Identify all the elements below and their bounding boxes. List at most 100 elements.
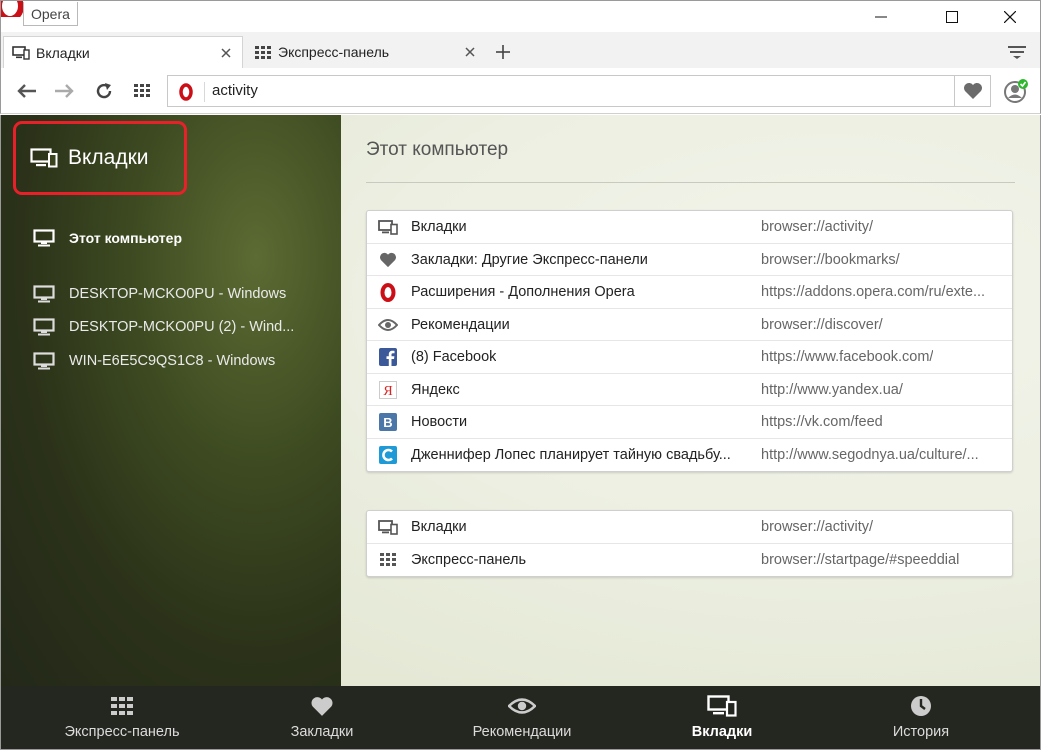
tab-menu-icon	[1008, 46, 1026, 59]
sidebar-title-text: Вкладки	[68, 146, 149, 169]
arrow-right-icon	[55, 84, 74, 98]
grid-icon	[254, 44, 272, 60]
tab-url: browser://bookmarks/	[761, 251, 900, 268]
clock-icon	[910, 694, 932, 718]
tab-title: Закладки: Другие Экспресс-панели	[411, 251, 648, 268]
monitor-icon	[33, 317, 57, 337]
tab-url: https://addons.opera.com/ru/exte...	[761, 284, 986, 300]
tab-url: https://www.facebook.com/	[761, 349, 934, 365]
device-item[interactable]: WIN-E6E5C9QS1C8 - Windows	[33, 350, 275, 372]
tab-row[interactable]: Вкладки browser://activity/	[367, 211, 1012, 244]
heart-icon	[378, 251, 398, 269]
account-button[interactable]	[1002, 77, 1030, 105]
tab-title: (8) Facebook	[411, 349, 497, 365]
opera-logo-icon	[176, 82, 196, 102]
page-title: Этот компьютер	[366, 139, 509, 160]
tab-speed-dial[interactable]: Экспресс-панель	[246, 36, 486, 68]
tab-url: browser://activity/	[761, 519, 873, 535]
tab-label: Экспресс-панель	[278, 44, 390, 60]
tab-row[interactable]: (8) Facebook https://www.facebook.com/	[367, 341, 1012, 374]
bookmark-heart-button[interactable]	[954, 76, 990, 106]
speed-dial-button[interactable]	[129, 79, 155, 103]
nav-discover[interactable]: Рекомендации	[463, 686, 581, 749]
tab-title: Экспресс-панель	[411, 551, 527, 568]
tab-row[interactable]: Дженнифер Лопес планирует тайную свадьбу…	[367, 439, 1012, 472]
devices-icon	[707, 694, 737, 718]
nav-history[interactable]: История	[885, 686, 957, 749]
divider	[204, 82, 205, 102]
vk-icon: В	[378, 413, 398, 431]
tab-title: Вкладки	[411, 519, 467, 535]
reload-button[interactable]	[91, 79, 117, 103]
close-icon	[1004, 11, 1016, 23]
segodnya-icon	[378, 445, 398, 464]
tab-url: browser://startpage/#speeddial	[761, 551, 960, 568]
grid-icon	[111, 694, 133, 718]
forward-button[interactable]	[51, 79, 77, 103]
tab-label: Вкладки	[36, 44, 90, 61]
tab-url: https://vk.com/feed	[761, 414, 883, 430]
device-item[interactable]: DESKTOP-MCKO0PU (2) - Wind...	[33, 316, 294, 338]
tab-row[interactable]: Рекомендации browser://discover/	[367, 309, 1012, 341]
plus-icon	[496, 45, 510, 59]
bottom-navigation: Экспресс-панель Закладки Рекомендации Вк…	[1, 686, 1040, 749]
devices-icon	[378, 518, 398, 536]
device-label: DESKTOP-MCKO0PU - Windows	[69, 286, 287, 302]
url-text[interactable]: activity	[212, 76, 258, 106]
new-tab-button[interactable]	[491, 38, 515, 66]
tab-title: Расширения - Дополнения Opera	[411, 284, 635, 300]
tab-row[interactable]: Закладки: Другие Экспресс-панели browser…	[367, 244, 1012, 276]
nav-tabs[interactable]: Вкладки	[687, 686, 757, 749]
close-tab-icon[interactable]	[218, 45, 234, 61]
title-bar: Opera	[0, 0, 1041, 32]
arrow-left-icon	[17, 84, 36, 98]
tab-title: Вкладки	[411, 219, 467, 235]
reload-icon	[96, 83, 112, 99]
svg-text:В: В	[383, 415, 392, 430]
heart-icon	[963, 83, 982, 99]
tab-title: Рекомендации	[411, 316, 510, 333]
back-button[interactable]	[14, 79, 40, 103]
nav-bookmarks[interactable]: Закладки	[281, 686, 363, 749]
tab-row[interactable]: Расширения - Дополнения Opera https://ad…	[367, 276, 1012, 309]
window-tabs-panel: Вкладки browser://activity/ Экспресс-пан…	[366, 510, 1013, 577]
nav-label: Рекомендации	[472, 724, 572, 740]
minimize-icon	[875, 16, 887, 18]
svg-text:Я: Я	[383, 384, 392, 399]
window-tabs-panel: Вкладки browser://activity/ Закладки: Др…	[366, 210, 1013, 472]
nav-label: Вкладки	[691, 724, 753, 740]
nav-label: История	[892, 724, 950, 740]
eye-icon	[378, 316, 398, 334]
monitor-icon	[33, 228, 57, 248]
device-label: Этот компьютер	[69, 230, 182, 246]
device-item[interactable]: DESKTOP-MCKO0PU - Windows	[33, 283, 286, 305]
tab-menu-button[interactable]	[1004, 40, 1030, 64]
opera-icon	[378, 282, 398, 302]
opera-logo-icon[interactable]	[1, 1, 23, 17]
devices-icon	[12, 45, 30, 61]
tab-url: http://www.yandex.ua/	[761, 381, 903, 398]
close-window-button[interactable]	[987, 1, 1033, 33]
divider	[366, 182, 1015, 183]
maximize-button[interactable]	[929, 1, 975, 33]
nav-speed-dial[interactable]: Экспресс-панель	[61, 686, 183, 749]
address-field[interactable]: activity	[167, 75, 991, 107]
tab-vkladki[interactable]: Вкладки	[3, 36, 243, 68]
minimize-button[interactable]	[858, 1, 904, 33]
device-this-computer[interactable]: Этот компьютер	[33, 227, 182, 249]
close-tab-icon[interactable]	[462, 44, 478, 60]
tab-row[interactable]: Вкладки browser://activity/	[367, 511, 1012, 544]
tab-row[interactable]: Экспресс-панель browser://startpage/#spe…	[367, 544, 1012, 577]
tab-row[interactable]: В Новости https://vk.com/feed	[367, 406, 1012, 439]
facebook-icon	[378, 348, 398, 366]
maximize-icon	[946, 11, 958, 23]
tab-title: Яндекс	[411, 381, 460, 398]
sidebar-title: Вкладки	[13, 121, 187, 195]
devices-sidebar: Вкладки Этот компьютер DESKTOP-MCKO0PU -…	[1, 115, 341, 686]
tab-row[interactable]: Я Яндекс http://www.yandex.ua/	[367, 374, 1012, 406]
heart-icon	[310, 694, 334, 718]
tab-url: browser://activity/	[761, 219, 873, 235]
nav-label: Экспресс-панель	[64, 724, 180, 740]
tab-url: browser://discover/	[761, 316, 883, 333]
window-title: Opera	[23, 2, 78, 26]
